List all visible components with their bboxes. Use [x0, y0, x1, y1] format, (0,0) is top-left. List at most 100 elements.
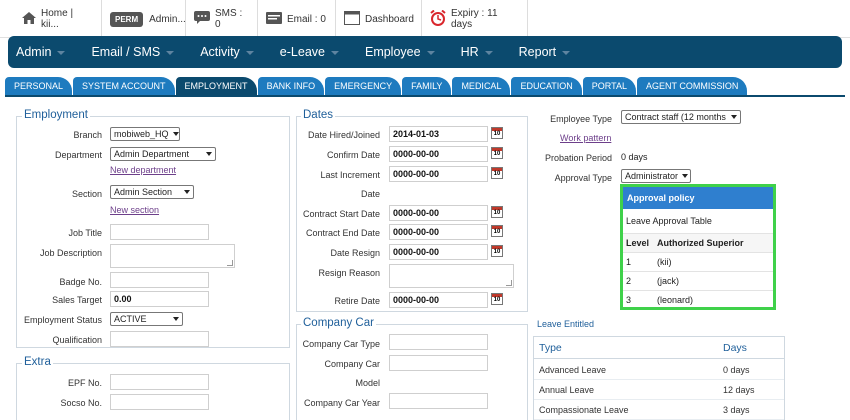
- home-label: Home | kii...: [41, 8, 74, 30]
- new-department-link[interactable]: New department: [110, 165, 176, 175]
- badge-no-input[interactable]: [110, 272, 209, 288]
- branch-label: Branch: [73, 130, 102, 140]
- job-title-label: Job Title: [68, 228, 102, 238]
- nav-hr[interactable]: HR: [461, 45, 493, 59]
- epf-input[interactable]: [110, 374, 209, 390]
- company-car-year-input[interactable]: [389, 393, 488, 409]
- sales-target-input[interactable]: 0.00: [110, 291, 209, 307]
- nav-employee[interactable]: Employee: [365, 45, 435, 59]
- contract-end-input[interactable]: 0000-00-00: [389, 224, 488, 240]
- work-pattern-link[interactable]: Work pattern: [560, 133, 611, 143]
- tab-personal[interactable]: PERSONAL: [5, 77, 73, 95]
- calendar-icon[interactable]: 10: [491, 293, 503, 305]
- employee-type-select[interactable]: Contract staff (12 months: [621, 110, 741, 124]
- company-car-type-input[interactable]: [389, 334, 488, 350]
- employee-type-label: Employee Type: [550, 114, 612, 124]
- calendar-icon[interactable]: 10: [491, 206, 503, 218]
- retire-date-input[interactable]: 0000-00-00: [389, 292, 488, 308]
- dashboard-label: Dashboard: [365, 13, 414, 25]
- table-row: 3 (leonard): [623, 290, 773, 309]
- approval-policy-box: Approval policy Leave Approval Table Lev…: [620, 184, 776, 310]
- chevron-down-icon: [330, 51, 339, 55]
- company-car-year-label: Company Car Year: [303, 398, 380, 408]
- expiry-label: Expiry : 11 days: [451, 8, 498, 30]
- tab-agent-commission[interactable]: AGENT COMMISSION: [636, 77, 748, 95]
- company-car-model-input[interactable]: [389, 355, 488, 371]
- last-increment-input[interactable]: 0000-00-00: [389, 166, 488, 182]
- epf-label: EPF No.: [67, 378, 102, 388]
- leave-entitled-table: Type Days Advanced Leave 0 days Annual L…: [533, 336, 785, 420]
- tab-medical[interactable]: MEDICAL: [452, 77, 511, 95]
- calendar-icon[interactable]: 10: [491, 167, 503, 179]
- last-increment-label: Last Increment: [320, 170, 380, 180]
- home-link[interactable]: Home | kii...: [14, 0, 102, 38]
- sales-target-label: Sales Target: [52, 295, 102, 305]
- department-label: Department: [54, 150, 102, 160]
- email-link[interactable]: Email : 0: [258, 0, 336, 38]
- email-icon: [266, 11, 282, 27]
- company-car-model-label: Company Car: [324, 359, 380, 369]
- qualification-label: Qualification: [52, 335, 102, 345]
- branch-select[interactable]: mobiweb_HQ: [110, 127, 180, 141]
- section-label: Section: [71, 189, 102, 199]
- admin-profile[interactable]: PERM Admin...: [102, 0, 186, 38]
- nav-report[interactable]: Report: [519, 45, 571, 59]
- chevron-down-icon: [682, 174, 689, 178]
- table-row: 1 (kii): [623, 252, 773, 271]
- socso-input[interactable]: [110, 394, 209, 410]
- nav-admin[interactable]: Admin: [16, 45, 66, 59]
- extra-panel: [16, 363, 290, 420]
- main-nav: Admin Email / SMS Activity e-Leave Emplo…: [8, 36, 842, 68]
- contract-start-label: Contract Start Date: [302, 209, 380, 219]
- approval-type-select[interactable]: Administrator: [621, 169, 691, 183]
- calendar-icon[interactable]: 10: [491, 147, 503, 159]
- top-bar: Home | kii... PERM Admin... SMS : 0 Emai…: [0, 0, 850, 38]
- tab-family[interactable]: FAMILY: [402, 77, 452, 95]
- job-title-input[interactable]: [110, 224, 209, 240]
- company-car-title: Company Car: [301, 317, 376, 329]
- tab-system-account[interactable]: SYSTEM ACCOUNT: [73, 77, 175, 95]
- calendar-icon[interactable]: 10: [491, 127, 503, 139]
- calendar-icon[interactable]: 10: [491, 245, 503, 257]
- nav-activity[interactable]: Activity: [200, 45, 254, 59]
- confirm-date-input[interactable]: 0000-00-00: [389, 146, 488, 162]
- sms-link[interactable]: SMS : 0: [186, 0, 258, 38]
- tab-education[interactable]: EDUCATION: [511, 77, 582, 95]
- email-label: Email : 0: [287, 13, 326, 25]
- dashboard-link[interactable]: Dashboard: [336, 0, 422, 38]
- retire-date-label: Retire Date: [334, 296, 380, 306]
- resign-reason-textarea[interactable]: [389, 264, 514, 288]
- tab-emergency[interactable]: EMERGENCY: [325, 77, 402, 95]
- job-description-textarea[interactable]: [110, 244, 235, 268]
- qualification-input[interactable]: [110, 331, 209, 347]
- chevron-down-icon: [484, 51, 493, 55]
- contract-start-input[interactable]: 0000-00-00: [389, 205, 488, 221]
- nav-email-sms[interactable]: Email / SMS: [91, 45, 175, 59]
- badge-no-label: Badge No.: [59, 277, 102, 287]
- chevron-down-icon: [245, 51, 254, 55]
- calendar-icon[interactable]: 10: [491, 225, 503, 237]
- chevron-down-icon: [562, 51, 571, 55]
- date-hired-input[interactable]: 2014-01-03: [389, 126, 488, 142]
- home-icon: [22, 11, 36, 27]
- date-resign-input[interactable]: 0000-00-00: [389, 244, 488, 260]
- chevron-down-icon: [731, 115, 737, 119]
- tab-bar: PERSONAL SYSTEM ACCOUNT EMPLOYMENT BANK …: [5, 77, 845, 95]
- section-select[interactable]: Admin Section: [110, 185, 194, 199]
- tab-portal[interactable]: PORTAL: [582, 77, 636, 95]
- department-select[interactable]: Admin Department: [110, 147, 216, 161]
- employment-status-select[interactable]: ACTIVE: [110, 312, 183, 326]
- new-section-link[interactable]: New section: [110, 205, 159, 215]
- tab-bank-info[interactable]: BANK INFO: [257, 77, 325, 95]
- table-row: Annual Leave 12 days: [534, 380, 784, 400]
- chevron-down-icon: [206, 152, 212, 156]
- chevron-down-icon: [173, 317, 179, 321]
- tab-employment[interactable]: EMPLOYMENT: [175, 77, 257, 95]
- table-row: 2 (jack): [623, 271, 773, 290]
- table-row: Compassionate Leave 3 days: [534, 400, 784, 420]
- nav-e-leave[interactable]: e-Leave: [280, 45, 339, 59]
- table-row: Advanced Leave 0 days: [534, 360, 784, 380]
- chevron-down-icon: [426, 51, 435, 55]
- chevron-down-icon: [172, 132, 179, 136]
- approval-table-header: Level Authorized Superior: [623, 233, 773, 252]
